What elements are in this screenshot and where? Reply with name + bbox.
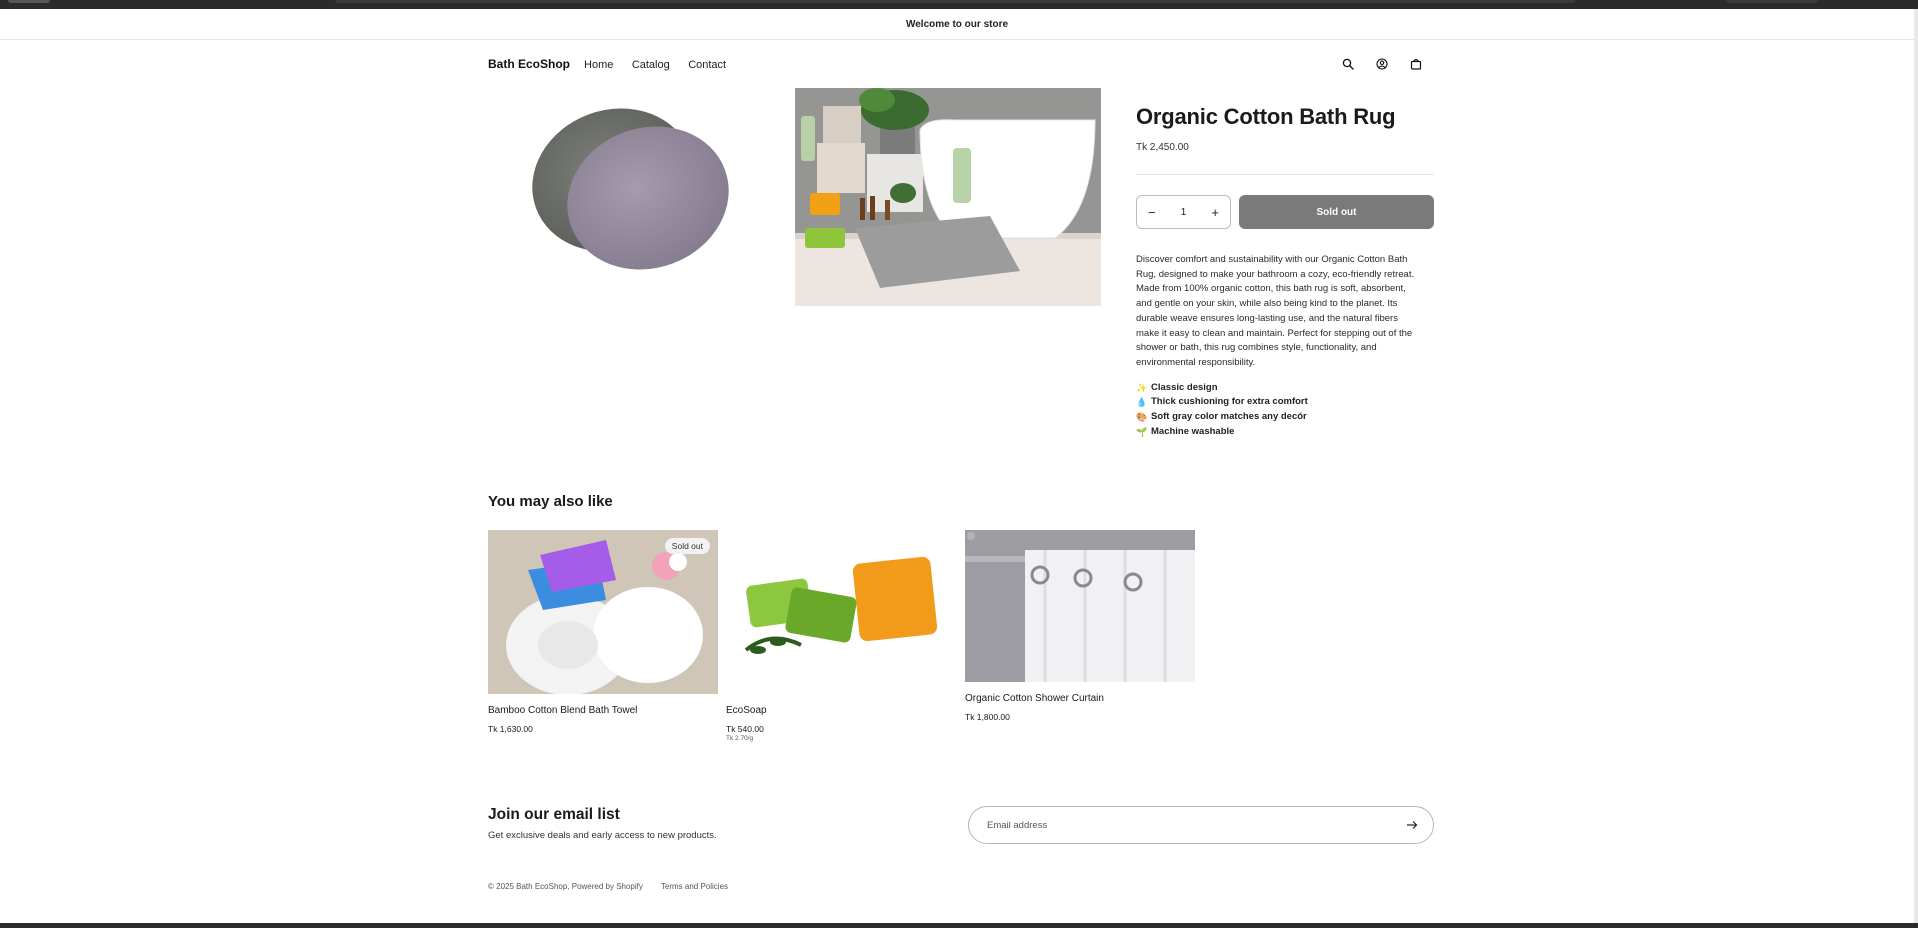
buy-row: − 1 + Sold out — [1136, 195, 1434, 229]
terms-and-policies-link[interactable]: Terms and Policies — [661, 882, 728, 891]
email-signup-form — [968, 806, 1434, 844]
product-card-name[interactable]: Bamboo Cotton Blend Bath Towel — [488, 705, 718, 716]
address-bar[interactable] — [335, 0, 1575, 3]
feature-text: Machine washable — [1151, 425, 1235, 437]
product-description: Discover comfort and sustainability with… — [1136, 254, 1415, 368]
browser-toolbar-right[interactable] — [1726, 0, 1818, 3]
increase-quantity-button[interactable]: + — [1211, 205, 1219, 220]
site-header: Bath EcoShop Home Catalog Contact — [488, 52, 1434, 76]
feature-text: Thick cushioning for extra comfort — [1151, 396, 1308, 408]
product-card-ecosoap[interactable]: EcoSoap Tk 540.00 Tk 2.70/g — [726, 530, 956, 742]
account-icon[interactable] — [1374, 56, 1390, 72]
product-card-price: Tk 540.00 — [726, 724, 764, 734]
product-info: Organic Cotton Bath Rug Tk 2,450.00 − 1 … — [1136, 104, 1434, 439]
nav-link-home[interactable]: Home — [584, 59, 613, 71]
product-card-price: Tk 1,800.00 — [965, 712, 1010, 722]
copyright-text[interactable]: © 2025 Bath EcoShop, Powered by Shopify — [488, 882, 643, 891]
newsletter-heading: Join our email list — [488, 806, 620, 823]
divider — [1136, 174, 1434, 175]
nav-link-contact[interactable]: Contact — [688, 59, 726, 71]
droplet-icon: 💧 — [1136, 397, 1148, 408]
browser-tab[interactable] — [8, 0, 50, 3]
sold-out-badge: Sold out — [664, 538, 710, 554]
feature-item: ✨ Classic design — [1136, 381, 1434, 396]
feature-text: Classic design — [1151, 381, 1218, 393]
feature-item: 🌱 Machine washable — [1136, 425, 1434, 440]
feature-item: 🎨 Soft gray color matches any decór — [1136, 410, 1434, 425]
product-card-towel[interactable]: Sold out Bamboo Cotton Blend Bath Towel … — [488, 530, 718, 734]
product-card-unit-price: Tk 2.70/g — [726, 735, 754, 742]
header-icons — [1340, 56, 1434, 72]
email-field[interactable] — [987, 819, 1405, 831]
decrease-quantity-button[interactable]: − — [1148, 205, 1156, 220]
product-image-bathroom[interactable] — [795, 88, 1101, 306]
nav-link-catalog[interactable]: Catalog — [632, 59, 670, 71]
quantity-value[interactable]: 1 — [1181, 207, 1187, 218]
cart-icon[interactable] — [1408, 56, 1424, 72]
product-card-price: Tk 1,630.00 — [488, 724, 533, 734]
announcement-text: Welcome to our store — [905, 18, 1009, 30]
product-card-image[interactable] — [965, 530, 1195, 682]
palette-icon: 🎨 — [1136, 412, 1148, 423]
product-title: Organic Cotton Bath Rug — [1136, 104, 1396, 129]
main-nav: Home Catalog Contact — [584, 55, 740, 73]
feature-text: Soft gray color matches any decór — [1151, 411, 1307, 423]
product-card-shower-curtain[interactable]: Organic Cotton Shower Curtain Tk 1,800.0… — [965, 530, 1195, 722]
related-products-heading: You may also like — [488, 493, 613, 510]
announcement-bar: Welcome to our store — [0, 9, 1914, 40]
sold-out-button[interactable]: Sold out — [1239, 195, 1434, 229]
feature-list: ✨ Classic design 💧 Thick cushioning for ex… — [1136, 381, 1434, 440]
search-icon[interactable] — [1340, 56, 1356, 72]
product-card-name[interactable]: Organic Cotton Shower Curtain — [965, 693, 1195, 704]
seedling-icon: 🌱 — [1136, 426, 1148, 437]
product-price: Tk 2,450.00 — [1136, 142, 1189, 153]
product-card-image[interactable] — [726, 530, 956, 694]
quantity-stepper[interactable]: − 1 + — [1136, 195, 1231, 229]
product-image-rugs[interactable] — [488, 88, 794, 306]
feature-item: 💧 Thick cushioning for extra comfort — [1136, 395, 1434, 410]
product-card-name[interactable]: EcoSoap — [726, 705, 956, 716]
page-scrollbar[interactable] — [1914, 9, 1918, 923]
arrow-right-icon[interactable] — [1405, 818, 1419, 832]
browser-bottom-bar — [0, 923, 1918, 928]
newsletter-subtext: Get exclusive deals and early access to … — [488, 830, 717, 841]
site-footer: © 2025 Bath EcoShop, Powered by Shopify … — [488, 882, 728, 891]
product-card-image[interactable]: Sold out — [488, 530, 718, 694]
sparkles-icon: ✨ — [1136, 382, 1148, 393]
store-logo[interactable]: Bath EcoShop — [488, 57, 570, 71]
browser-chrome-bar — [0, 0, 1918, 9]
